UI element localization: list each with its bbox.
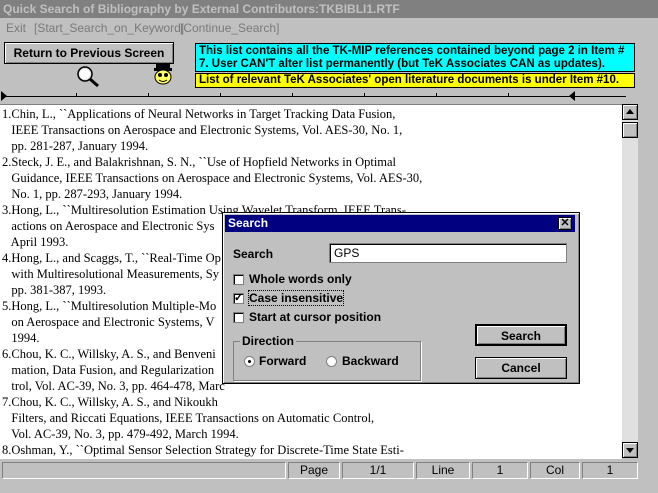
doc-line: IEEE Transactions on Aerospace and Elect… (2, 123, 403, 137)
doc-line: 6.Chou, K. C., Willsky, A. S., and Benve… (2, 347, 216, 361)
doc-line: 8.Oshman, Y., ``Optimal Sensor Selection… (2, 443, 404, 457)
doc-line: Guidance, IEEE Transactions on Aerospace… (2, 171, 423, 185)
dialog-title: Search ✕ (225, 215, 575, 232)
magnifier-icon[interactable] (74, 64, 102, 88)
ruler-tick (76, 93, 77, 96)
menu-bar: Exit [Start_Search_on_Keyword] [Continue… (0, 19, 658, 37)
ruler-tick (148, 93, 149, 96)
doc-line: 7.Chou, K. C., Willsky, A. S., and Nikou… (2, 395, 218, 409)
ruler (0, 89, 658, 103)
status-message (2, 462, 286, 479)
ruler-tick (364, 93, 365, 96)
status-line-value: 1 (472, 462, 528, 479)
doc-line: No. 1, pp. 287-293, January 1994. (2, 187, 183, 201)
doc-line: 4.Hong, L., and Scaggs, T., ``Real-Time … (2, 251, 221, 265)
doc-line: 5.Hong, L., ``Multiresolution Multiple-M… (2, 299, 217, 313)
arrow-up-icon (626, 109, 634, 114)
doc-line: with Multiresolutional Measurements, Sy (2, 267, 219, 281)
search-input[interactable]: GPS (329, 243, 567, 263)
menu-exit[interactable]: Exit (6, 19, 26, 37)
ruler-tick (220, 93, 221, 96)
forward-radio[interactable] (244, 356, 255, 367)
status-page-label: Page (288, 462, 340, 479)
status-line-label: Line (416, 462, 470, 479)
cancel-button[interactable]: Cancel (475, 357, 567, 379)
direction-label: Direction (240, 334, 297, 348)
search-dialog: Search ✕ Search GPS Whole words only ✓ C… (222, 212, 580, 384)
search-button[interactable]: Search (475, 324, 567, 346)
scroll-down-button[interactable] (622, 442, 638, 458)
menu-continue-search[interactable]: [Continue_Search] (180, 19, 279, 37)
doc-line: 1.Chin, L., ``Applications of Neural Net… (2, 107, 396, 121)
doc-line: 1994. (2, 331, 40, 345)
case-insensitive-label[interactable]: Case insensitive (247, 290, 345, 306)
doc-line: pp. 381-387, 1993. (2, 283, 107, 297)
right-indent-marker-icon[interactable] (568, 91, 576, 101)
status-page-value: 1/1 (342, 462, 414, 479)
info-notice-yellow: List of relevant TeK Associates' open li… (195, 73, 635, 88)
backward-radio[interactable] (326, 356, 337, 367)
doc-line: on Aerospace and Electronic Systems, V (2, 315, 215, 329)
status-bar: Page 1/1 Line 1 Col 1 (0, 460, 658, 493)
scroll-thumb[interactable] (622, 122, 638, 138)
window-title: Quick Search of Bibliography by External… (0, 0, 658, 18)
direction-group: Direction Forward Backward (233, 334, 421, 381)
case-insensitive-checkbox[interactable]: ✓ (233, 293, 244, 304)
doc-line: actions on Aerospace and Electronic Sys (2, 219, 215, 233)
status-col-label: Col (530, 462, 580, 479)
forward-label[interactable]: Forward (259, 354, 306, 368)
doc-line: Filters, and Riccati Equations, IEEE Tra… (2, 411, 375, 425)
status-col-value: 1 (582, 462, 638, 479)
backward-label[interactable]: Backward (342, 354, 399, 368)
close-icon[interactable]: ✕ (558, 217, 572, 230)
start-at-cursor-label[interactable]: Start at cursor position (249, 310, 381, 324)
return-button[interactable]: Return to Previous Screen (4, 42, 174, 64)
start-at-cursor-checkbox[interactable] (233, 312, 244, 323)
ruler-tick (508, 93, 509, 96)
arrow-down-icon (626, 448, 634, 453)
ruler-tick (436, 93, 437, 96)
vertical-scrollbar[interactable] (622, 104, 638, 458)
toolbar: Return to Previous Screen This list cont… (0, 38, 658, 88)
doc-line: 2.Steck, J. E., and Balakrishnan, S. N.,… (2, 155, 397, 169)
ruler-line (6, 96, 626, 97)
cartoon-face-icon[interactable] (150, 62, 178, 88)
right-panel-strip (638, 38, 658, 458)
dialog-title-text: Search (228, 216, 269, 230)
doc-line: mation, Data Fusion, and Regularization (2, 363, 215, 377)
doc-line: Vol. AC-39, No. 3, pp. 479-492, March 19… (2, 427, 239, 441)
menu-start-search[interactable]: [Start_Search_on_Keyword] (34, 19, 184, 37)
doc-line: trol, Vol. AC-39, No. 3, pp. 464-478, Ma… (2, 379, 225, 393)
whole-words-label[interactable]: Whole words only (249, 272, 352, 286)
ruler-tick (292, 93, 293, 96)
doc-line: April 1993. (2, 235, 69, 249)
scroll-up-button[interactable] (622, 104, 638, 120)
whole-words-checkbox[interactable] (233, 274, 244, 285)
doc-line: pp. 281-287, January 1994. (2, 139, 149, 153)
search-label: Search (233, 247, 274, 261)
info-notice-cyan: This list contains all the TK-MIP refere… (195, 43, 635, 72)
